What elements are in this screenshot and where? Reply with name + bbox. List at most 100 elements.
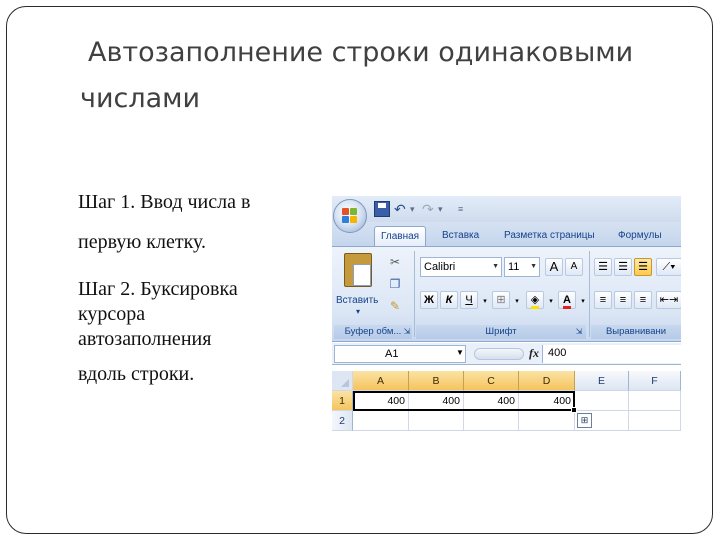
group-separator (414, 251, 415, 337)
cell-b1[interactable]: 400 (409, 391, 464, 411)
redo-icon[interactable]: ↷ (422, 201, 438, 217)
chevron-down-icon: ▼ (492, 263, 499, 270)
row-header-2[interactable]: 2 (332, 411, 353, 431)
excel-screenshot: ↶ ▾ ↷ ▾ ≡ Главная Вставка Разметка стран… (332, 196, 681, 434)
column-header-d[interactable]: D (519, 371, 575, 391)
bold-button[interactable]: Ж (420, 291, 438, 309)
orientation-button[interactable]: ⟋▾ (656, 258, 681, 276)
format-painter-icon[interactable]: ✎ (388, 299, 402, 313)
column-header-e[interactable]: E (575, 371, 629, 391)
fill-color-dropdown-icon[interactable]: ▾ (544, 295, 558, 309)
font-size-value: 11 (508, 261, 520, 273)
paste-icon[interactable] (344, 253, 372, 287)
fill-color-button[interactable]: ◈ (526, 291, 544, 309)
cell-a1[interactable]: 400 (353, 391, 409, 411)
office-logo-icon (342, 208, 358, 224)
paste-dropdown-icon[interactable]: ▾ (356, 307, 360, 316)
autofill-options-icon[interactable]: ⊞ (577, 413, 592, 428)
font-color-icon: A (563, 294, 571, 309)
align-center-button[interactable]: ≡ (614, 291, 632, 309)
cell-d2[interactable] (519, 411, 575, 431)
paste-button-label[interactable]: Вставить (336, 295, 378, 306)
borders-dropdown-icon[interactable]: ▾ (510, 295, 524, 309)
step2-line2: курсора (78, 303, 146, 325)
font-name-combo[interactable]: Calibri ▼ (420, 257, 502, 277)
indent-icon: ⇤⇥ (659, 294, 679, 306)
align-middle-button[interactable]: ☰ (614, 258, 632, 276)
orientation-icon: ⟋▾ (662, 261, 676, 273)
slide-title: Автозаполнение строки одинаковыми числам… (80, 37, 634, 114)
table-row: 2 (332, 411, 681, 431)
tab-insert[interactable]: Вставка (436, 226, 485, 246)
font-size-combo[interactable]: 11 ▼ (504, 257, 540, 277)
clipboard-launcher-icon[interactable]: ⇲ (400, 325, 414, 339)
cell-c1[interactable]: 400 (464, 391, 519, 411)
cell-c2[interactable] (464, 411, 519, 431)
indent-button[interactable]: ⇤⇥ (656, 291, 681, 309)
name-box[interactable]: A1 (334, 345, 466, 363)
chevron-down-icon: ▼ (530, 263, 537, 270)
underline-button[interactable]: Ч (460, 291, 478, 309)
align-center-icon: ≡ (619, 294, 627, 306)
cell-f1[interactable] (629, 391, 681, 411)
align-top-icon: ☰ (598, 261, 608, 273)
formula-bar: A1 ▼ fx 400 (332, 343, 681, 365)
font-name-value: Calibri (424, 261, 456, 273)
cell-b2[interactable] (409, 411, 464, 431)
align-right-icon: ≡ (639, 294, 647, 306)
borders-button[interactable]: ⊞ (492, 291, 510, 309)
ribbon-tabs: Главная Вставка Разметка страницы Формул… (332, 222, 681, 246)
align-bottom-button[interactable]: ☰ (634, 258, 652, 276)
ribbon: Вставить ▾ ✂ ❐ ✎ Буфер обм... ⇲ Calibri … (332, 246, 681, 342)
shrink-font-button[interactable]: A (565, 258, 583, 276)
column-header-c[interactable]: C (464, 371, 519, 391)
name-box-dropdown-icon[interactable]: ▼ (456, 348, 464, 357)
customize-qat-icon[interactable]: ≡ (458, 202, 466, 216)
table-row: 1 400 400 400 400 (332, 391, 681, 411)
grow-font-button[interactable]: A (545, 258, 563, 276)
align-bottom-icon: ☰ (638, 261, 648, 273)
align-top-button[interactable]: ☰ (594, 258, 612, 276)
column-header-b[interactable]: B (409, 371, 464, 391)
redo-dropdown-icon[interactable]: ▾ (438, 202, 446, 216)
font-color-dropdown-icon[interactable]: ▾ (576, 295, 590, 309)
alignment-group-label: Выравнивани (591, 325, 681, 339)
step2-line3: автозаполнения (78, 328, 212, 350)
tab-page-layout[interactable]: Разметка страницы (498, 226, 601, 246)
fill-bucket-icon: ◈ (530, 294, 540, 309)
cell-f2[interactable] (629, 411, 681, 431)
font-group-label: Шрифт (416, 325, 586, 339)
align-right-button[interactable]: ≡ (634, 291, 652, 309)
undo-icon[interactable]: ↶ (394, 201, 410, 217)
tab-formulas[interactable]: Формулы (612, 226, 668, 246)
save-icon[interactable] (374, 201, 390, 217)
cell-d1[interactable]: 400 (519, 391, 575, 411)
column-header-f[interactable]: F (629, 371, 681, 391)
tab-home[interactable]: Главная (374, 226, 427, 246)
column-header-row: A B C D E F (332, 371, 681, 391)
select-all-corner[interactable] (332, 371, 353, 391)
align-left-icon: ≡ (599, 294, 607, 306)
undo-dropdown-icon[interactable]: ▾ (410, 202, 418, 216)
cut-icon[interactable]: ✂ (388, 255, 402, 269)
copy-icon[interactable]: ❐ (388, 277, 402, 291)
italic-button[interactable]: К (440, 291, 458, 309)
office-button[interactable] (333, 199, 367, 233)
formula-input[interactable]: 400 (542, 345, 681, 363)
align-left-button[interactable]: ≡ (594, 291, 612, 309)
step1-line2: первую клетку. (78, 231, 207, 253)
step2-line4: вдоль строки. (78, 363, 195, 385)
cell-a2[interactable] (353, 411, 409, 431)
group-separator (589, 251, 590, 337)
formula-bar-handle[interactable] (474, 348, 524, 360)
font-color-button[interactable]: A (558, 291, 576, 309)
font-launcher-icon[interactable]: ⇲ (572, 325, 586, 339)
cell-e1[interactable] (575, 391, 629, 411)
quick-access-toolbar: ↶ ▾ ↷ ▾ ≡ (332, 196, 681, 222)
column-header-a[interactable]: A (353, 371, 409, 391)
insert-function-icon[interactable]: fx (529, 346, 539, 361)
step1-line1: Шаг 1. Ввод числа в (78, 191, 251, 213)
align-middle-icon: ☰ (618, 261, 628, 273)
row-header-1[interactable]: 1 (332, 391, 353, 411)
underline-dropdown-icon[interactable]: ▾ (478, 295, 492, 309)
